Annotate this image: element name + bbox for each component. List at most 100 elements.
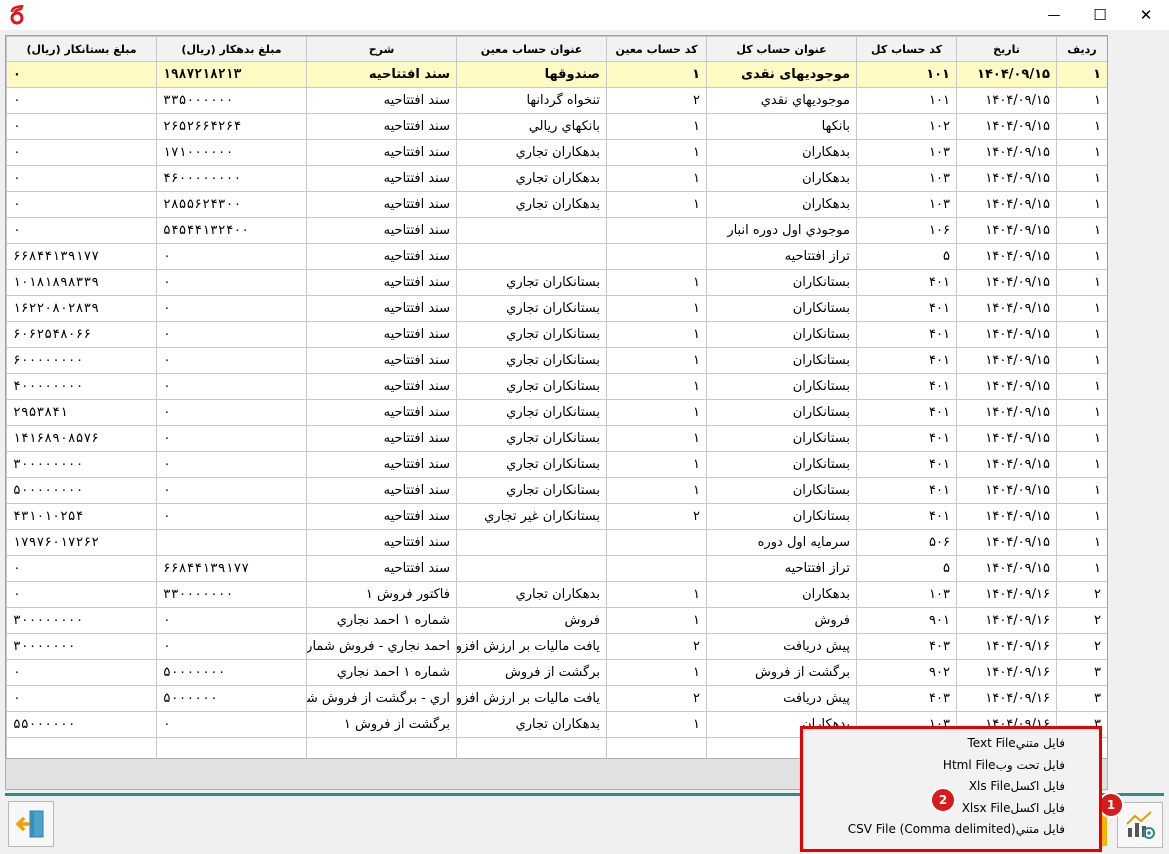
title-bar: — ☐ ✕	[0, 0, 1169, 30]
cell-bestankar: ۶۰۶۲۵۴۸۰۶۶	[6, 321, 157, 348]
cell-kol-code: ۱۰۱	[856, 87, 957, 114]
col-header-kol-code[interactable]: كد حساب كل	[856, 36, 957, 62]
table-row[interactable]: ۵۰۰۰۰۰۰۰۰ ۰ سند افتتاحيه بستانكاران تجاري ۱ ب…	[6, 477, 1107, 504]
table-row[interactable]: ۰ ۶۶۸۴۴۱۳۹۱۷۷ سند افتتاحيه تراز افتتاحيه ۵ ۱۴…	[6, 555, 1107, 582]
table-row[interactable]: ۱۴۱۶۸۹۰۸۵۷۶ ۰ سند افتتاحيه بستانكاران تجاري…	[6, 425, 1107, 452]
cell-sharh: سند افتتاحيه	[306, 321, 457, 348]
cell-moin-code: ۱	[606, 373, 707, 400]
cell-moin-code: ۱	[606, 711, 707, 738]
journal-grid[interactable]: مبلغ بستانكار (ريال) مبلغ بدهكار (ريال) …	[5, 35, 1108, 759]
table-row[interactable]: ۱۷۹۷۶۰۱۷۲۶۲ سند افتتاحيه سرمايه اول دوره ۵۰…	[6, 529, 1107, 556]
cell-kol-code: ۱۰۲	[856, 113, 957, 140]
cell-bedehkar: ۰	[156, 373, 307, 400]
cell-tarikh: ۱۴۰۴/۰۹/۱۵	[956, 555, 1057, 582]
cell-kol-code: ۱۰۱	[856, 61, 957, 88]
cell-radif: ۱	[1056, 529, 1107, 556]
cell-radif: ۱	[1056, 399, 1107, 426]
cell-kol-title: بدهكاران	[706, 581, 857, 608]
col-header-radif[interactable]: رديف	[1056, 36, 1107, 62]
cell-tarikh: ۱۴۰۴/۰۹/۱۵	[956, 295, 1057, 322]
table-row[interactable]: ۰ ۴۶۰۰۰۰۰۰۰۰ سند افتتاحيه بدهكاران تجاري ۱ بد…	[6, 165, 1107, 192]
empty-cell	[156, 737, 307, 758]
cell-radif: ۱	[1056, 503, 1107, 530]
cell-kol-code: ۴۰۱	[856, 321, 957, 348]
exit-button[interactable]	[8, 801, 54, 847]
cell-bestankar: ۰	[6, 139, 157, 166]
table-row[interactable]: ۰۵۰۰۰۰۰۰اري - برگشت از فروش شماره۱يافت م…	[6, 685, 1107, 712]
table-row[interactable]: ۰ ۵۰۰۰۰۰۰۰ شماره ۱ احمد نجاري برگشت از فروش…	[6, 659, 1107, 686]
empty-cell	[6, 737, 157, 758]
cell-kol-code: ۴۰۳	[856, 685, 957, 712]
cell-radif: ۱	[1056, 243, 1107, 270]
menu-item-csv-file[interactable]: فايل متنيCSV File (Comma delimited)	[803, 819, 1099, 841]
table-row[interactable]: ۶۰۰۰۰۰۰۰۰ ۰ سند افتتاحيه بستانكاران تجاري ۱ ب…	[6, 347, 1107, 374]
col-header-kol-title[interactable]: عنوان حساب كل	[706, 36, 857, 62]
table-row[interactable]: ۴۳۱۰۱۰۲۵۴ ۰ سند افتتاحيه بستانكاران غير تجا…	[6, 503, 1107, 530]
table-row[interactable]: ۰ ۵۴۵۴۴۱۳۲۴۰۰ سند افتتاحيه موجودي اول دوره …	[6, 217, 1107, 244]
col-header-bestankar[interactable]: مبلغ بستانكار (ريال)	[6, 36, 157, 62]
table-row[interactable]: ۱۰۱۸۱۸۹۸۳۳۹ ۰ سند افتتاحيه بستانكاران تجاري…	[6, 269, 1107, 296]
menu-item-html-file[interactable]: فايل تحت وبHtml File	[803, 755, 1099, 777]
cell-kol-title: بستانكاران	[706, 399, 857, 426]
table-row[interactable]: ۰ ۱۹۸۷۲۱۸۲۱۳ سند افتتاحيه صندوقها ۱ موجوديهاى…	[6, 61, 1107, 88]
cell-kol-title: بستانكاران	[706, 477, 857, 504]
col-header-moin-code[interactable]: كد حساب معين	[606, 36, 707, 62]
cell-moin-code: ۱	[606, 477, 707, 504]
cell-bedehkar	[156, 529, 307, 556]
cell-kol-title: بستانكاران	[706, 451, 857, 478]
cell-sharh: سند افتتاحيه	[306, 191, 457, 218]
cell-moin-title: بدهكاران تجاري	[456, 165, 607, 192]
cell-bestankar: ۳۰۰۰۰۰۰۰۰	[6, 451, 157, 478]
table-row[interactable]: ۳۰۰۰۰۰۰۰۰ ۰ شماره ۱ احمد نجاري فروش ۱ فروش ۹۰۱…	[6, 607, 1107, 634]
cell-kol-code: ۴۰۱	[856, 399, 957, 426]
table-row[interactable]: ۰ ۲۶۵۲۶۶۴۲۶۴ سند افتتاحيه بانكهاي ريالي ۱ بان…	[6, 113, 1107, 140]
maximize-button[interactable]: ☐	[1077, 0, 1123, 30]
cell-sharh: سند افتتاحيه	[306, 373, 457, 400]
cell-moin-code: ۱	[606, 113, 707, 140]
cell-kol-title: بدهكاران	[706, 191, 857, 218]
table-row[interactable]: ۶۶۸۴۴۱۳۹۱۷۷ ۰ سند افتتاحيه تراز افتتاحيه ۵ ۱۴…	[6, 243, 1107, 270]
cell-bestankar: ۴۰۰۰۰۰۰۰۰	[6, 373, 157, 400]
cell-sharh: سند افتتاحيه	[306, 269, 457, 296]
cell-bestankar: ۰	[6, 581, 157, 608]
table-row[interactable]: ۲۹۵۳۸۴۱ ۰ سند افتتاحيه بستانكاران تجاري ۱ بست…	[6, 399, 1107, 426]
cell-radif: ۱	[1056, 113, 1107, 140]
table-row[interactable]: ۱۶۲۲۰۸۰۲۸۳۹ ۰ سند افتتاحيه بستانكاران تجاري…	[6, 295, 1107, 322]
cell-tarikh: ۱۴۰۴/۰۹/۱۵	[956, 191, 1057, 218]
cell-moin-title: بستانكاران تجاري	[456, 425, 607, 452]
table-row[interactable]: ۳۰۰۰۰۰۰۰۰ ۰ سند افتتاحيه بستانكاران تجاري ۱ ب…	[6, 451, 1107, 478]
maximize-icon: ☐	[1093, 6, 1107, 24]
cell-kol-code: ۱۰۳	[856, 165, 957, 192]
table-row[interactable]: ۰ ۲۸۵۵۶۲۴۳۰۰ سند افتتاحيه بدهكاران تجاري ۱ بد…	[6, 191, 1107, 218]
menu-item-text-file[interactable]: فايل متنيText File	[803, 733, 1099, 755]
cell-sharh: سند افتتاحيه	[306, 477, 457, 504]
col-header-tarikh[interactable]: تاريخ	[956, 36, 1057, 62]
table-row[interactable]: ۰ ۳۳۰۰۰۰۰۰۰ فاكتور فروش ۱ بدهكاران تجاري ۱ بد…	[6, 581, 1107, 608]
col-header-bedehkar[interactable]: مبلغ بدهكار (ريال)	[156, 36, 307, 62]
cell-moin-title: بانكهاي ريالي	[456, 113, 607, 140]
col-header-moin-title[interactable]: عنوان حساب معين	[456, 36, 607, 62]
cell-kol-code: ۴۰۳	[856, 633, 957, 660]
table-row[interactable]: ۰ ۳۳۵۰۰۰۰۰۰ سند افتتاحيه تنخواه گردانها ۲ موج…	[6, 87, 1107, 114]
cell-radif: ۱	[1056, 191, 1107, 218]
table-row[interactable]: ۴۰۰۰۰۰۰۰۰ ۰ سند افتتاحيه بستانكاران تجاري ۱ ب…	[6, 373, 1107, 400]
cell-tarikh: ۱۴۰۴/۰۹/۱۵	[956, 165, 1057, 192]
table-row[interactable]: ۳۰۰۰۰۰۰۰۰احمد نجاري - فروش شماره۱يافت ما…	[6, 633, 1107, 660]
table-row[interactable]: ۶۰۶۲۵۴۸۰۶۶ ۰ سند افتتاحيه بستانكاران تجاري ۱…	[6, 321, 1107, 348]
cell-bedehkar: ۱۷۱۰۰۰۰۰۰	[156, 139, 307, 166]
col-header-sharh[interactable]: شرح	[306, 36, 457, 62]
cell-moin-title: بستانكاران تجاري	[456, 347, 607, 374]
table-row[interactable]: ۰ ۱۷۱۰۰۰۰۰۰ سند افتتاحيه بدهكاران تجاري ۱ بده…	[6, 139, 1107, 166]
export-button[interactable]	[1117, 802, 1163, 848]
cell-radif: ۱	[1056, 217, 1107, 244]
cell-radif: ۲	[1056, 581, 1107, 608]
cell-moin-title: يافت ماليات بر ارزش افزوده	[456, 685, 607, 712]
cell-kol-code: ۴۰۱	[856, 451, 957, 478]
cell-radif: ۳	[1056, 659, 1107, 686]
cell-moin-code: ۲	[606, 87, 707, 114]
minimize-button[interactable]: —	[1031, 0, 1077, 30]
empty-cell	[456, 737, 607, 758]
close-button[interactable]: ✕	[1123, 0, 1169, 30]
cell-tarikh: ۱۴۰۴/۰۹/۱۵	[956, 451, 1057, 478]
cell-bestankar: ۱۶۲۲۰۸۰۲۸۳۹	[6, 295, 157, 322]
